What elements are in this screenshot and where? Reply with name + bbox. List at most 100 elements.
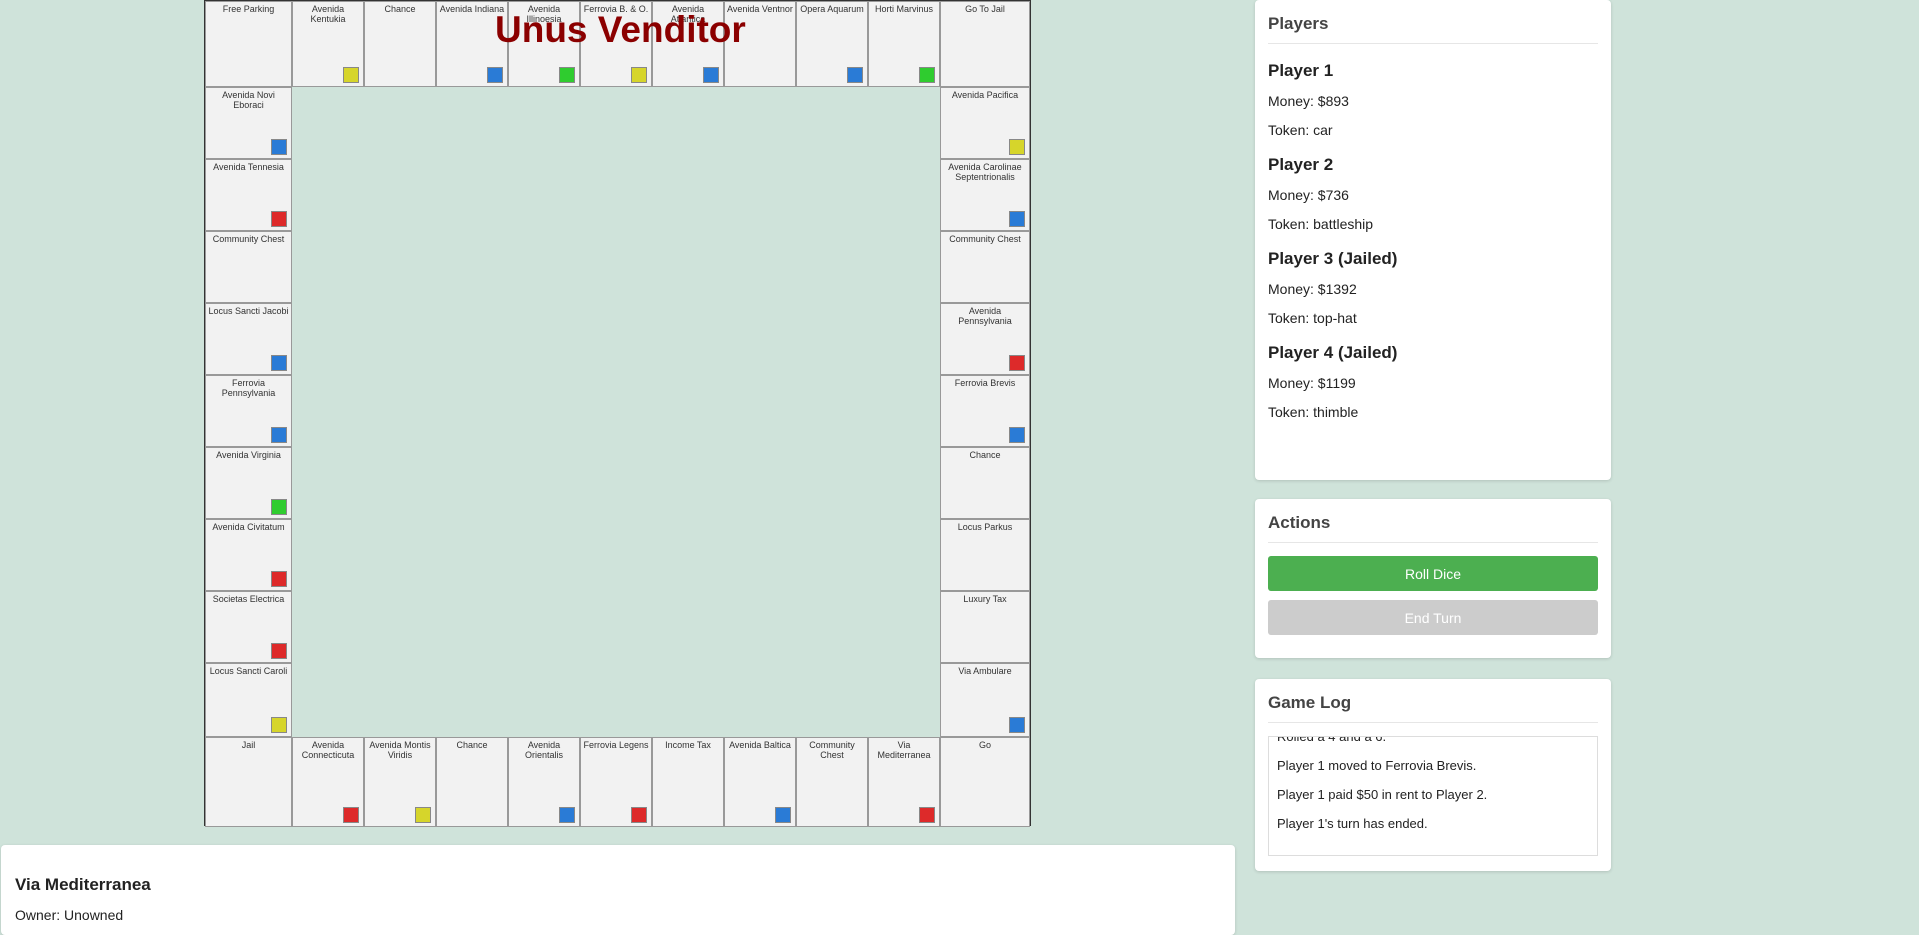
board-space[interactable]: Avenida Pennsylvania	[940, 303, 1030, 375]
board-space[interactable]: Jail	[205, 737, 292, 827]
board-space[interactable]: Avenida Virginia	[205, 447, 292, 519]
property-color-swatch	[703, 67, 719, 83]
board-space[interactable]: Avenida Pacifica	[940, 87, 1030, 159]
property-color-swatch	[271, 211, 287, 227]
property-color-swatch	[487, 67, 503, 83]
property-color-swatch	[343, 67, 359, 83]
board-space[interactable]: Ferrovia Legens	[580, 737, 652, 827]
property-color-swatch	[919, 67, 935, 83]
players-panel: Players Player 1 Money: $893 Token: car …	[1255, 0, 1611, 480]
player-name: Player 1	[1268, 61, 1334, 80]
board-space[interactable]: Avenida Orientalis	[508, 737, 580, 827]
player-money: Money: $1199	[1268, 375, 1356, 391]
board-space[interactable]: Locus Sancti Caroli	[205, 663, 292, 737]
board-space-name: Avenida Virginia	[216, 450, 281, 460]
board-space[interactable]: Community Chest	[940, 231, 1030, 303]
board-space[interactable]: Community Chest	[796, 737, 868, 827]
board-space-name: Avenida Montis Viridis	[369, 740, 431, 760]
board-space[interactable]: Locus Parkus	[940, 519, 1030, 591]
roll-dice-button[interactable]: Roll Dice	[1268, 556, 1598, 591]
log-entry: Player 1 moved to Ferrovia Brevis.	[1277, 758, 1477, 773]
game-log-title: Game Log	[1268, 693, 1598, 723]
board-space-name: Luxury Tax	[963, 594, 1007, 604]
board-space[interactable]: Horti Marvinus	[868, 1, 940, 87]
board-space-name: Societas Electrica	[212, 594, 285, 604]
board-space-name: Ferrovia Legens	[583, 740, 649, 750]
property-color-swatch	[271, 499, 287, 515]
board-space[interactable]: Locus Sancti Jacobi	[205, 303, 292, 375]
property-color-swatch	[559, 807, 575, 823]
actions-panel-title: Actions	[1268, 513, 1598, 543]
property-color-swatch	[1009, 355, 1025, 371]
board-space[interactable]: Avenida Tennesia	[205, 159, 292, 231]
board-space[interactable]: Avenida Connecticuta	[292, 737, 364, 827]
board-space[interactable]: Free Parking	[205, 1, 292, 87]
player-name: Player 2	[1268, 155, 1334, 174]
board-space[interactable]: Community Chest	[205, 231, 292, 303]
property-color-swatch	[271, 427, 287, 443]
board-space[interactable]: Via Ambulare	[940, 663, 1030, 737]
property-color-swatch	[631, 807, 647, 823]
property-color-swatch	[271, 139, 287, 155]
board-space-name: Ferrovia Brevis	[954, 378, 1016, 388]
player-name: Player 4 (Jailed)	[1268, 343, 1398, 362]
board-space-name: Free Parking	[222, 4, 275, 14]
player-token: Token: top-hat	[1268, 310, 1357, 326]
board-space[interactable]: Societas Electrica	[205, 591, 292, 663]
board-space-name: Community Chest	[949, 234, 1021, 244]
board-space[interactable]: Income Tax	[652, 737, 724, 827]
board-space[interactable]: Avenida Carolinae Septentrionalis	[940, 159, 1030, 231]
player-money: Money: $1392	[1268, 281, 1357, 297]
board-space-name: Avenida Carolinae Septentrionalis	[948, 162, 1022, 182]
board-space-name: Avenida Pennsylvania	[958, 306, 1012, 326]
end-turn-button[interactable]: End Turn	[1268, 600, 1598, 635]
board-space-name: Chance	[969, 450, 1001, 460]
property-color-swatch	[559, 67, 575, 83]
board-space-name: Income Tax	[665, 740, 711, 750]
board-space-name: Avenida Orientalis	[524, 740, 563, 760]
board-space-name: Go To Jail	[965, 4, 1005, 14]
board-space[interactable]: Opera Aquarum	[796, 1, 868, 87]
property-color-swatch	[271, 643, 287, 659]
board-space[interactable]: Ferrovia Pennsylvania	[205, 375, 292, 447]
board-space[interactable]: Go	[940, 737, 1030, 827]
game-board: Free Parking Avenida Kentukia Chance Avenid…	[204, 0, 1031, 827]
board-space-name: Locus Sancti Jacobi	[208, 306, 289, 316]
board-space[interactable]: Avenida Baltica	[724, 737, 796, 827]
property-color-swatch	[271, 717, 287, 733]
board-space-name: Avenida Kentukia	[310, 4, 346, 24]
board-space[interactable]: Ferrovia Brevis	[940, 375, 1030, 447]
player-name: Player 3 (Jailed)	[1268, 249, 1398, 268]
player-card: Player 4 (Jailed) Money: $1199 Token: th…	[1268, 343, 1598, 420]
property-color-swatch	[1009, 211, 1025, 227]
log-entry: Player 1's turn has ended.	[1277, 816, 1428, 831]
board-space[interactable]: Avenida Novi Eboraci	[205, 87, 292, 159]
board-space[interactable]: Luxury Tax	[940, 591, 1030, 663]
property-color-swatch	[271, 571, 287, 587]
board-space-name: Community Chest	[809, 740, 855, 760]
player-money: Money: $736	[1268, 187, 1349, 203]
board-space-name: Locus Parkus	[957, 522, 1013, 532]
board-space-name: Chance	[456, 740, 488, 750]
game-log-scroll-area[interactable]: Rolled a 4 and a 6. Player 1 moved to Fe…	[1268, 736, 1598, 856]
property-title: Via Mediterranea	[15, 875, 151, 894]
board-space[interactable]: Avenida Montis Viridis	[364, 737, 436, 827]
property-color-swatch	[1009, 427, 1025, 443]
board-space-name: Jail	[241, 740, 256, 750]
board-space[interactable]: Chance	[436, 737, 508, 827]
property-color-swatch	[775, 807, 791, 823]
property-info-panel: Via Mediterranea Owner: Unowned	[1, 845, 1235, 935]
board-space[interactable]: Chance	[364, 1, 436, 87]
board-space[interactable]: Go To Jail	[940, 1, 1030, 87]
board-space[interactable]: Avenida Kentukia	[292, 1, 364, 87]
board-space[interactable]: Chance	[940, 447, 1030, 519]
property-color-swatch	[415, 807, 431, 823]
board-space-name: Ferrovia Pennsylvania	[221, 378, 276, 398]
log-entry: Rolled a 4 and a 6.	[1277, 736, 1387, 744]
board-space-name: Avenida Baltica	[729, 740, 791, 750]
board-space[interactable]: Avenida Civitatum	[205, 519, 292, 591]
board-space-name: Avenida Novi Eboraci	[222, 90, 275, 110]
board-space[interactable]: Via Mediterranea	[868, 737, 940, 827]
board-space-name: Opera Aquarum	[800, 4, 864, 14]
board-space-name: Avenida Connecticuta	[301, 740, 355, 760]
